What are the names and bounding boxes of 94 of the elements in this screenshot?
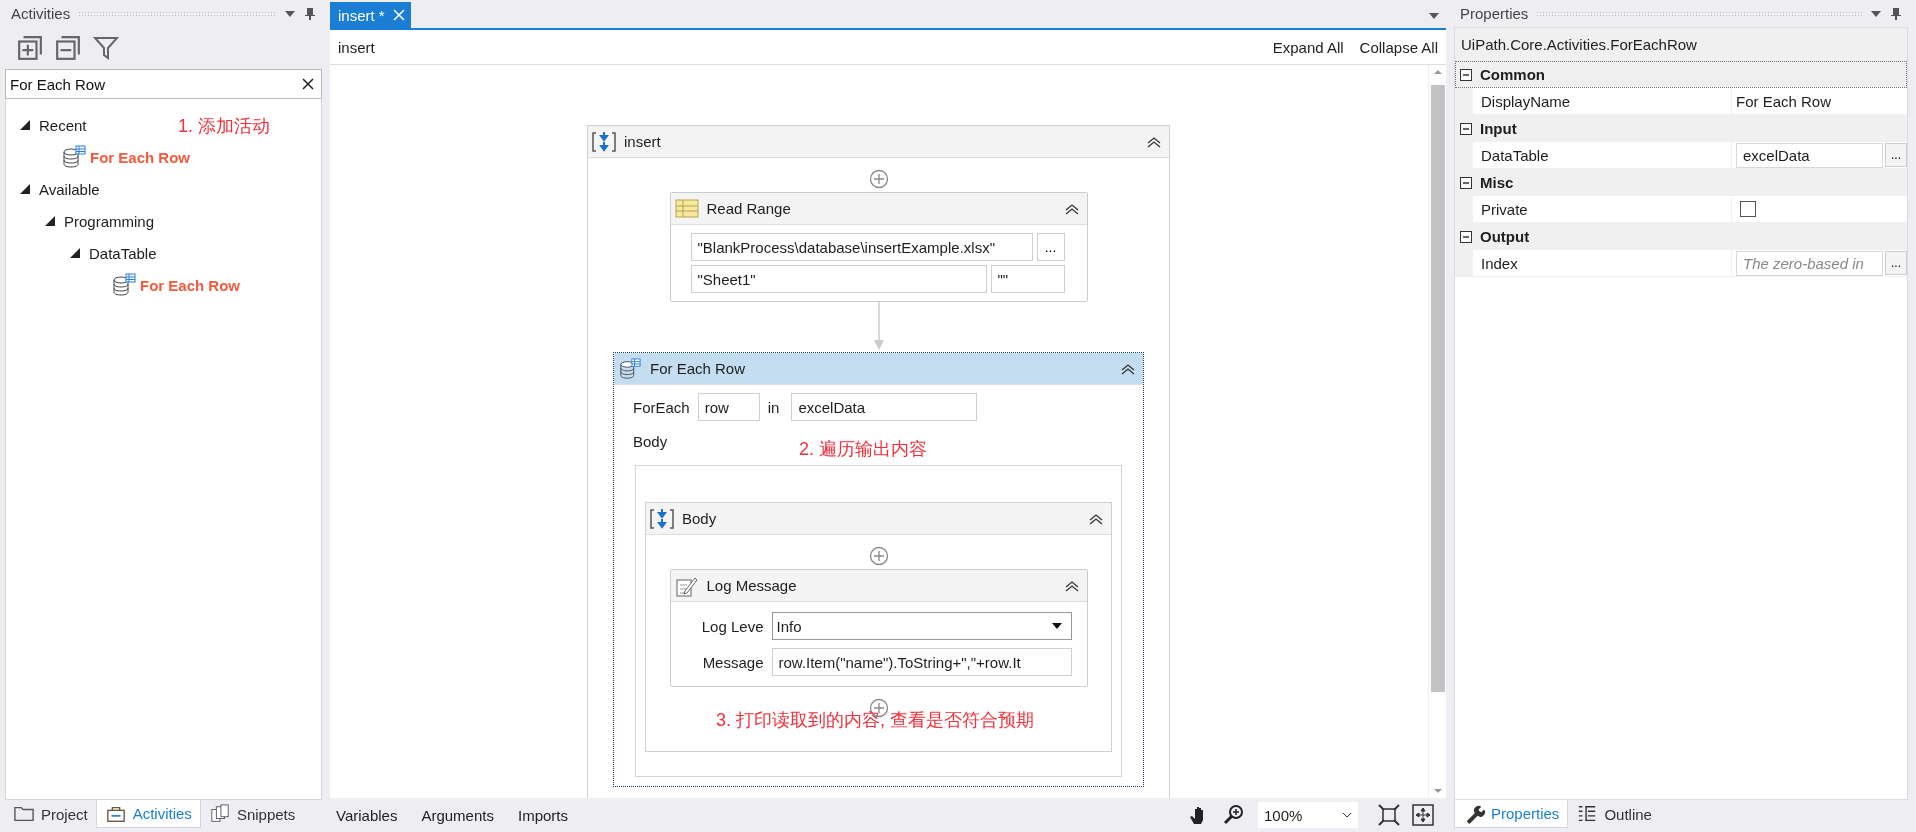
- collapse-icon[interactable]: [1064, 202, 1079, 215]
- field-label: Body: [633, 433, 668, 450]
- expand-all-link[interactable]: Expand All: [1272, 38, 1344, 56]
- sequence-icon: [650, 507, 674, 530]
- expander-icon[interactable]: [70, 248, 80, 258]
- pin-icon[interactable]: [304, 7, 316, 20]
- zoom-value: 100%: [1264, 806, 1303, 824]
- expander-icon[interactable]: [20, 120, 30, 130]
- panel-tab[interactable]: Properties: [1454, 800, 1569, 828]
- search-field[interactable]: For Each Row: [5, 69, 322, 99]
- caret-icon: [1342, 812, 1352, 818]
- input-field[interactable]: row: [697, 393, 760, 421]
- caret-icon: [1050, 622, 1063, 630]
- spreadsheet-icon: [674, 197, 699, 220]
- checkbox[interactable]: [1740, 201, 1756, 217]
- activity-card[interactable]: For Each Row ForEach row in excelData Body 2. 遍历输出内容 Body Log Message Log Leve Info Message row.Item("name").ToString+","+row.It 3. 打印读取到的内容, 查看是否符合预期: [613, 352, 1144, 787]
- property-name: Private: [1481, 200, 1528, 218]
- field-label: in: [767, 398, 780, 416]
- panel-title: Properties: [1460, 5, 1529, 22]
- annotation: 3. 打印读取到的内容, 查看是否符合预期: [716, 709, 1034, 732]
- database-table-icon: [112, 273, 136, 297]
- collapse-box-icon[interactable]: [1460, 68, 1472, 81]
- category-header[interactable]: Output: [1455, 223, 1907, 250]
- designer-tab[interactable]: Variables: [336, 806, 408, 824]
- property-name: Index: [1481, 254, 1518, 272]
- expand-all-icon[interactable]: [17, 35, 43, 61]
- documents-icon: [208, 804, 231, 824]
- category-header[interactable]: Input: [1455, 115, 1907, 142]
- field-label: Log Leve: [700, 617, 764, 635]
- field-label: ForEach: [633, 398, 690, 416]
- database-table-icon: [618, 357, 642, 380]
- input-field[interactable]: The zero-based in: [1736, 250, 1883, 276]
- property-name: DataTable: [1481, 146, 1549, 164]
- activity-title: Body: [682, 510, 718, 527]
- input-field[interactable]: "": [990, 265, 1065, 293]
- collapse-all-icon[interactable]: [55, 35, 81, 61]
- annotation: 2. 遍历输出内容: [799, 438, 927, 461]
- expander-icon[interactable]: [20, 184, 30, 194]
- property-name: DisplayName: [1481, 92, 1571, 110]
- add-activity-icon[interactable]: [868, 169, 889, 189]
- overview-icon[interactable]: [1412, 804, 1434, 826]
- collapse-box-icon[interactable]: [1460, 122, 1472, 135]
- collapse-icon[interactable]: [1064, 579, 1079, 592]
- category-header[interactable]: Common: [1455, 61, 1907, 88]
- type-name: UiPath.Core.Activities.ForEachRow: [1461, 36, 1697, 53]
- database-table-icon: [62, 145, 86, 169]
- designer-tab[interactable]: Imports: [517, 806, 578, 824]
- collapse-box-icon[interactable]: [1460, 176, 1472, 189]
- tree-item[interactable]: Recent: [39, 116, 87, 134]
- category-header[interactable]: Misc: [1455, 169, 1907, 196]
- panel-tab[interactable]: Activities: [95, 800, 201, 828]
- pin-icon[interactable]: [1890, 7, 1902, 20]
- browse-button[interactable]: ...: [1036, 233, 1065, 261]
- collapse-icon[interactable]: [1147, 135, 1161, 148]
- collapse-icon[interactable]: [1121, 362, 1135, 375]
- browse-button[interactable]: ...: [1885, 143, 1907, 167]
- designer-tab[interactable]: Arguments: [421, 806, 504, 824]
- zoom-dropdown[interactable]: 100%: [1258, 802, 1358, 828]
- panel-tab[interactable]: Project: [5, 800, 96, 828]
- add-activity-icon[interactable]: [868, 546, 889, 566]
- dropdown-icon[interactable]: [1428, 12, 1440, 20]
- filter-icon[interactable]: [93, 35, 119, 61]
- dropdown-value: Info: [776, 617, 802, 635]
- collapse-icon[interactable]: [1089, 512, 1103, 525]
- dropdown[interactable]: Info: [771, 612, 1072, 640]
- expander-icon[interactable]: [45, 216, 55, 226]
- fit-screen-icon[interactable]: [1378, 804, 1400, 826]
- tree-item[interactable]: DataTable: [89, 244, 157, 262]
- input-field[interactable]: excelData: [791, 393, 978, 421]
- close-icon[interactable]: [302, 78, 314, 90]
- scrollbar[interactable]: [1428, 65, 1446, 798]
- collapse-all-link[interactable]: Collapse All: [1359, 38, 1438, 56]
- input-field[interactable]: row.Item("name").ToString+","+row.It: [771, 648, 1072, 676]
- tree-item[interactable]: Programming: [64, 212, 155, 230]
- activity-title: insert: [624, 133, 662, 150]
- input-field[interactable]: excelData: [1736, 142, 1883, 168]
- panel-tab[interactable]: Outline: [1568, 800, 1660, 828]
- panel-tab[interactable]: Snippets: [200, 800, 304, 828]
- input-field[interactable]: "BlankProcess\database\insertExample.xlsx": [690, 233, 1033, 261]
- zoom-icon[interactable]: [1222, 804, 1244, 826]
- activity-title: For Each Row: [650, 360, 747, 377]
- activity-title: Read Range: [706, 200, 792, 217]
- activity-title: Log Message: [706, 577, 798, 594]
- document-tab[interactable]: insert *: [330, 2, 411, 28]
- collapse-box-icon[interactable]: [1460, 230, 1472, 243]
- field-label: Message: [701, 653, 764, 671]
- browse-button[interactable]: ...: [1885, 251, 1907, 275]
- input-field[interactable]: "Sheet1": [690, 265, 987, 293]
- annotation: 1. 添加活动: [178, 115, 270, 138]
- breadcrumb[interactable]: insert: [338, 38, 375, 56]
- folder-icon: [13, 804, 35, 824]
- tree-item[interactable]: Available: [39, 180, 100, 198]
- sequence-icon: [592, 130, 616, 153]
- panel-title: Activities: [11, 5, 71, 22]
